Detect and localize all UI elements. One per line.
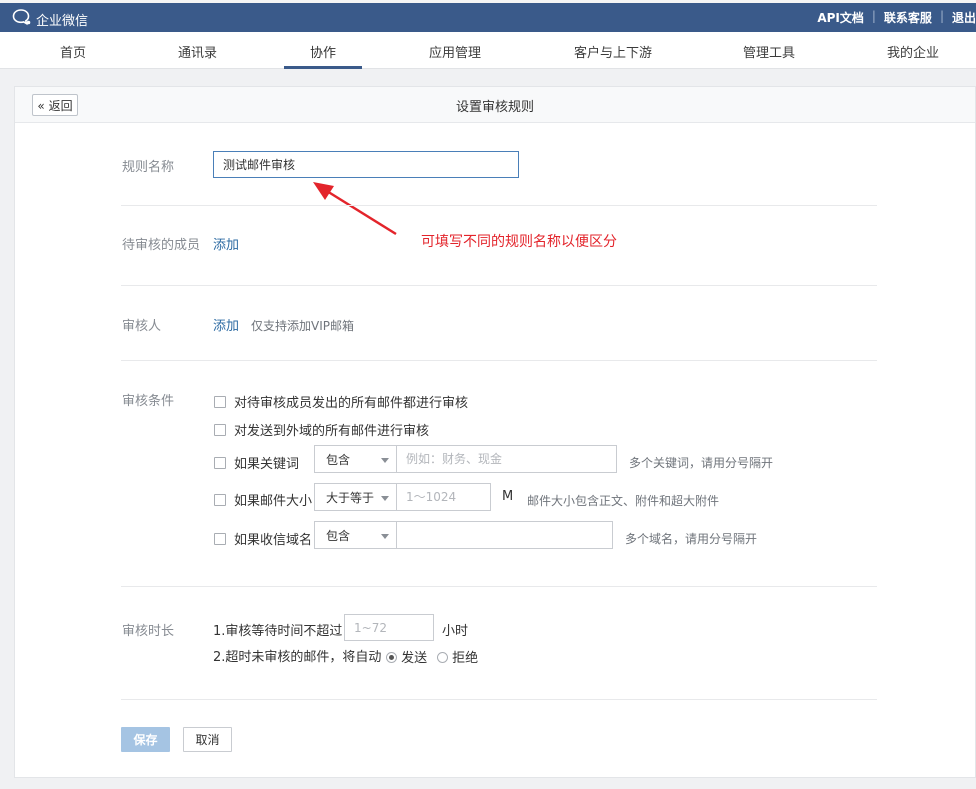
top-strip xyxy=(0,0,976,3)
condition-external: 对发送到外域的所有邮件进行审核 xyxy=(214,420,429,439)
conditions-label: 审核条件 xyxy=(122,394,175,409)
keyword-checkbox[interactable] xyxy=(214,456,226,469)
all-outgoing-checkbox[interactable] xyxy=(214,395,226,408)
chevron-down-icon xyxy=(381,534,389,539)
timeout-text: 2.超时未审核的邮件，将自动 xyxy=(213,650,382,665)
tab-my-company[interactable]: 我的企业 xyxy=(887,42,939,61)
divider xyxy=(121,699,877,700)
divider: | xyxy=(939,9,944,23)
keyword-hint: 多个关键词，请用分号隔开 xyxy=(629,456,774,470)
reviewer-hint: 仅支持添加VIP邮箱 xyxy=(251,319,354,333)
external-label: 对发送到外域的所有邮件进行审核 xyxy=(234,424,430,439)
domain-label: 如果收信域名 xyxy=(234,533,313,548)
divider xyxy=(121,285,877,286)
domain-checkbox[interactable] xyxy=(214,532,226,545)
tab-home[interactable]: 首页 xyxy=(60,42,86,61)
save-button[interactable]: 保存 xyxy=(121,727,170,752)
size-checkbox[interactable] xyxy=(214,493,226,506)
size-input[interactable] xyxy=(396,483,491,511)
send-radio[interactable] xyxy=(386,652,397,663)
reject-radio[interactable] xyxy=(437,652,448,663)
divider xyxy=(121,360,877,361)
chevron-down-icon xyxy=(381,496,389,501)
domain-hint: 多个域名，请用分号隔开 xyxy=(625,532,758,546)
size-label: 如果邮件大小 xyxy=(234,494,313,509)
condition-size: 如果邮件大小 xyxy=(214,490,312,509)
divider: | xyxy=(871,9,876,23)
top-bar: 企业微信 API文档 | 联系客服 | 退出 xyxy=(0,0,976,32)
cancel-button[interactable]: 取消 xyxy=(183,727,232,752)
chevron-down-icon xyxy=(381,458,389,463)
reviewer-label: 审核人 xyxy=(122,319,162,334)
keyword-input[interactable] xyxy=(396,445,617,473)
duration-label: 审核时长 xyxy=(122,624,175,639)
domain-match-select[interactable]: 包含 xyxy=(314,521,397,549)
divider xyxy=(121,205,877,206)
members-label: 待审核的成员 xyxy=(122,238,201,253)
brand[interactable]: 企业微信 xyxy=(12,8,88,30)
all-outgoing-label: 对待审核成员发出的所有邮件都进行审核 xyxy=(234,396,469,411)
condition-keyword: 如果关键词 xyxy=(214,453,299,472)
external-checkbox[interactable] xyxy=(214,423,226,436)
domain-select-value: 包含 xyxy=(326,528,351,543)
tab-customers[interactable]: 客户与上下游 xyxy=(574,42,652,61)
timeout-reject-option[interactable]: 拒绝 xyxy=(437,647,478,666)
main-nav: 首页 通讯录 协作 应用管理 客户与上下游 管理工具 我的企业 xyxy=(0,32,976,69)
logout-link[interactable]: 退出 xyxy=(952,9,976,26)
tab-admin-tools[interactable]: 管理工具 xyxy=(743,42,795,61)
divider xyxy=(121,586,877,587)
size-select-value: 大于等于 xyxy=(326,490,375,505)
content-card: 设置审核规则 « 返回 xyxy=(14,86,976,778)
keyword-select-value: 包含 xyxy=(326,452,351,467)
condition-all-outgoing: 对待审核成员发出的所有邮件都进行审核 xyxy=(214,392,468,411)
size-unit: M xyxy=(502,489,514,504)
tab-contacts[interactable]: 通讯录 xyxy=(178,42,217,61)
top-links: API文档 | 联系客服 | 退出 xyxy=(817,9,976,26)
size-compare-select[interactable]: 大于等于 xyxy=(314,483,397,511)
contact-support-link[interactable]: 联系客服 xyxy=(884,9,932,26)
add-reviewer-link[interactable]: 添加 xyxy=(213,315,239,334)
annotation-text: 可填写不同的规则名称以便区分 xyxy=(421,234,617,250)
condition-domain: 如果收信域名 xyxy=(214,529,312,548)
back-button[interactable]: « 返回 xyxy=(32,94,78,116)
brand-name: 企业微信 xyxy=(36,13,89,29)
size-hint: 邮件大小包含正文、附件和超大附件 xyxy=(527,494,720,508)
tab-collaboration[interactable]: 协作 xyxy=(310,42,336,61)
keyword-match-select[interactable]: 包含 xyxy=(314,445,397,473)
page-title: 设置审核规则 xyxy=(455,100,534,115)
wait-time-text: 1.审核等待时间不超过 xyxy=(213,624,343,639)
active-tab-indicator xyxy=(284,66,362,69)
rule-name-label: 规则名称 xyxy=(122,160,175,175)
card-header: 设置审核规则 « 返回 xyxy=(15,87,975,123)
api-docs-link[interactable]: API文档 xyxy=(817,9,864,26)
keyword-label: 如果关键词 xyxy=(234,457,300,472)
reject-radio-label: 拒绝 xyxy=(452,651,479,666)
hours-unit: 小时 xyxy=(442,624,469,639)
tab-app-management[interactable]: 应用管理 xyxy=(429,42,481,61)
timeout-send-option[interactable]: 发送 xyxy=(386,647,427,666)
add-members-link[interactable]: 添加 xyxy=(213,234,239,253)
wait-hours-input[interactable] xyxy=(344,614,434,641)
send-radio-label: 发送 xyxy=(401,651,428,666)
wecom-logo-icon xyxy=(12,8,32,30)
domain-input[interactable] xyxy=(396,521,613,549)
